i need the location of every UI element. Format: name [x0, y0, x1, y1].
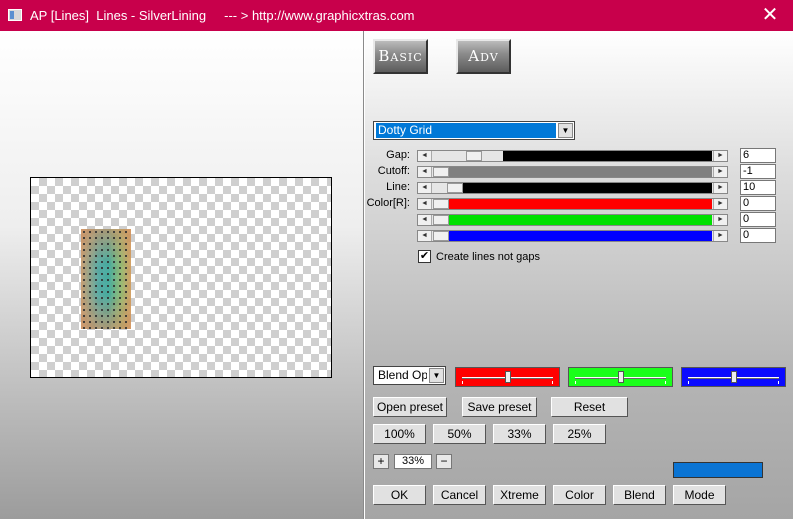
arrow-left-icon[interactable]: ◄: [418, 199, 432, 209]
slider-value-field[interactable]: -1: [740, 164, 776, 179]
green-blend-slider[interactable]: [568, 367, 673, 387]
slider-thumb[interactable]: [433, 215, 449, 225]
slider-thumb[interactable]: [466, 151, 483, 161]
color-button[interactable]: Color: [553, 485, 606, 505]
slider-scrollbar[interactable]: ◄ ►: [417, 182, 728, 194]
slider-scrollbar[interactable]: ◄ ►: [417, 150, 728, 162]
arrow-right-icon[interactable]: ►: [713, 231, 727, 241]
slider-track[interactable]: [433, 183, 712, 193]
blend-options-dropdown[interactable]: Blend Optio ▼: [373, 366, 446, 385]
slider-label: Line:: [386, 181, 410, 193]
color-swatch[interactable]: [673, 462, 763, 478]
blue-blend-slider[interactable]: [681, 367, 786, 387]
slider-fill: [433, 199, 712, 209]
slider-track[interactable]: [433, 167, 712, 177]
slider-scrollbar[interactable]: ◄ ►: [417, 166, 728, 178]
app-icon: [8, 9, 22, 21]
slider-track[interactable]: [433, 151, 712, 161]
close-icon[interactable]: ✕: [747, 0, 793, 31]
adv-tab-button[interactable]: Adv: [456, 39, 511, 74]
blend-button[interactable]: Blend: [613, 485, 666, 505]
slider-value-field[interactable]: 10: [740, 180, 776, 195]
slider-track[interactable]: [433, 215, 712, 225]
slider-knob[interactable]: [617, 371, 624, 383]
ok-button[interactable]: OK: [373, 485, 426, 505]
xtreme-button[interactable]: Xtreme: [493, 485, 546, 505]
red-blend-slider[interactable]: [455, 367, 560, 387]
preset-dropdown-value: Dotty Grid: [376, 123, 556, 138]
slider-fill: [433, 231, 712, 241]
zoom-in-button[interactable]: +: [373, 454, 389, 469]
slider-knob[interactable]: [730, 371, 737, 383]
open-preset-button[interactable]: Open preset: [373, 397, 447, 417]
arrow-right-icon[interactable]: ►: [713, 215, 727, 225]
checkmark-icon: ✔: [419, 250, 430, 262]
slider-scrollbar[interactable]: ◄ ►: [417, 198, 728, 210]
slider-scrollbar[interactable]: ◄ ►: [417, 214, 728, 226]
zoom-value: 33%: [394, 454, 432, 469]
window-title: AP [Lines] Lines - SilverLining --- > ht…: [30, 8, 415, 23]
preview-canvas[interactable]: [30, 177, 332, 378]
zoom-100-button[interactable]: 100%: [373, 424, 426, 444]
chevron-down-icon[interactable]: ▼: [429, 368, 444, 383]
slider-fill: [433, 167, 712, 177]
zoom-33-button[interactable]: 33%: [493, 424, 546, 444]
slider-track[interactable]: [433, 231, 712, 241]
slider-fill: [502, 151, 712, 161]
slider-thumb[interactable]: [433, 199, 449, 209]
arrow-right-icon[interactable]: ►: [713, 167, 727, 177]
mode-button[interactable]: Mode: [673, 485, 726, 505]
slider-thumb[interactable]: [433, 231, 449, 241]
preview-pane: [0, 31, 363, 519]
slider-knob[interactable]: [504, 371, 511, 383]
chevron-down-icon[interactable]: ▼: [558, 123, 573, 138]
controls-pane: Basic Adv Dotty Grid ▼ Gap: ◄ ► 6 Cutoff: ◄ ► -…: [365, 31, 793, 519]
arrow-left-icon[interactable]: ◄: [418, 231, 432, 241]
slider-thumb[interactable]: [433, 167, 449, 177]
slider-value-field[interactable]: 6: [740, 148, 776, 163]
slider-value-field[interactable]: 0: [740, 228, 776, 243]
slider-label: Cutoff:: [377, 165, 410, 177]
arrow-right-icon[interactable]: ►: [713, 199, 727, 209]
slider-fill: [433, 215, 712, 225]
slider-label: Color[R]:: [366, 197, 410, 209]
slider-track[interactable]: [433, 199, 712, 209]
create-lines-checkbox[interactable]: ✔: [418, 250, 431, 263]
arrow-right-icon[interactable]: ►: [713, 183, 727, 193]
cancel-button[interactable]: Cancel: [433, 485, 486, 505]
slider-value-field[interactable]: 0: [740, 196, 776, 211]
slider-label: Gap:: [386, 149, 410, 161]
zoom-50-button[interactable]: 50%: [433, 424, 486, 444]
zoom-out-button[interactable]: −: [436, 454, 452, 469]
preset-dropdown[interactable]: Dotty Grid ▼: [373, 121, 575, 140]
slider-thumb[interactable]: [446, 183, 463, 193]
arrow-left-icon[interactable]: ◄: [418, 183, 432, 193]
save-preset-button[interactable]: Save preset: [462, 397, 537, 417]
slider-scrollbar[interactable]: ◄ ►: [417, 230, 728, 242]
arrow-left-icon[interactable]: ◄: [418, 167, 432, 177]
blend-options-value: Blend Optio: [378, 368, 427, 382]
reset-button[interactable]: Reset: [551, 397, 628, 417]
create-lines-label: Create lines not gaps: [436, 251, 540, 263]
arrow-left-icon[interactable]: ◄: [418, 151, 432, 161]
slider-fill: [460, 183, 712, 193]
zoom-25-button[interactable]: 25%: [553, 424, 606, 444]
title-bar: AP [Lines] Lines - SilverLining --- > ht…: [0, 0, 793, 31]
basic-tab-button[interactable]: Basic: [373, 39, 428, 74]
slider-value-field[interactable]: 0: [740, 212, 776, 227]
preview-image: [81, 229, 131, 329]
arrow-right-icon[interactable]: ►: [713, 151, 727, 161]
arrow-left-icon[interactable]: ◄: [418, 215, 432, 225]
